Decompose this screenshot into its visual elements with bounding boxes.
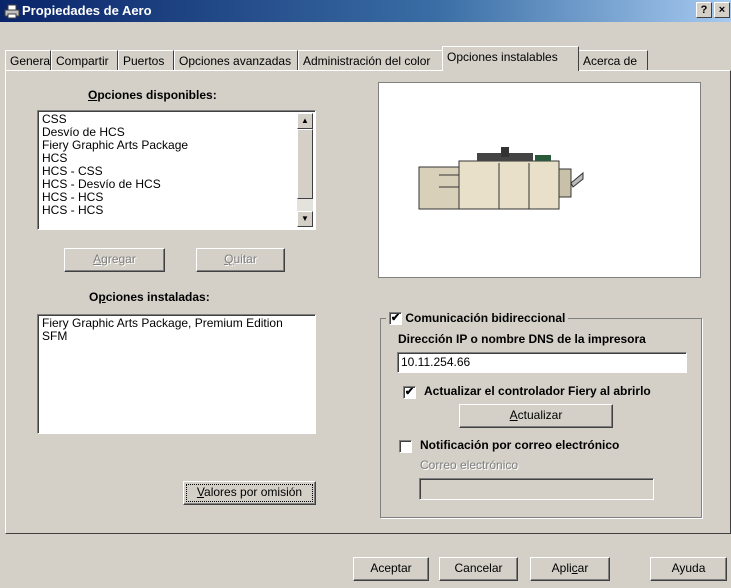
title-bar: Propiedades de Aero ? ×	[0, 0, 731, 22]
available-options-label: Opciones disponibles:	[88, 88, 217, 102]
cancel-button[interactable]: Cancelar	[439, 557, 518, 581]
email-notify-label: Notificación por correo electrónico	[420, 438, 620, 452]
scroll-down-arrow-icon[interactable]: ▼	[297, 211, 313, 227]
email-notify-checkbox[interactable]	[399, 440, 412, 453]
ok-button[interactable]: Aceptar	[353, 557, 429, 581]
list-item[interactable]: HCS - HCS	[40, 204, 295, 217]
tab-acerca-de[interactable]: Acerca de	[578, 50, 648, 70]
scroll-thumb[interactable]	[297, 129, 313, 199]
window-title: Propiedades de Aero	[22, 3, 152, 18]
tab-compartir[interactable]: Compartir	[51, 50, 118, 70]
tab-administracion-color[interactable]: Administración del color	[298, 50, 443, 70]
update-button[interactable]: Actualizar	[459, 404, 613, 428]
remove-button[interactable]: Quitar	[196, 248, 285, 272]
help-footer-button[interactable]: Ayuda	[650, 557, 727, 581]
tab-opciones-avanzadas[interactable]: Opciones avanzadas	[174, 50, 298, 70]
installed-options-list[interactable]: Fiery Graphic Arts Package, Premium Edit…	[37, 314, 316, 434]
email-label: Correo electrónico	[420, 458, 519, 472]
update-driver-checkbox[interactable]: ✔	[403, 386, 416, 399]
scroll-up-arrow-icon[interactable]: ▲	[297, 113, 313, 129]
list-item[interactable]: Fiery Graphic Arts Package	[40, 139, 295, 152]
list-item[interactable]: SFM	[40, 330, 283, 343]
apply-button[interactable]: Aplicar	[530, 557, 610, 581]
ip-label: Dirección IP o nombre DNS de la impresor…	[398, 332, 646, 346]
update-driver-label: Actualizar el controlador Fiery al abrir…	[424, 384, 651, 398]
add-button[interactable]: Agregar	[64, 248, 165, 272]
scrollbar[interactable]: ▲ ▼	[297, 113, 313, 227]
ip-value: 10.11.254.66	[401, 355, 471, 369]
defaults-button[interactable]: Valores por omisión	[183, 481, 316, 505]
tab-opciones-instalables[interactable]: Opciones instalables	[442, 46, 579, 71]
printer-icon	[4, 4, 20, 19]
list-item[interactable]: Fiery Graphic Arts Package, Premium Edit…	[40, 317, 283, 330]
printer-image	[418, 147, 584, 210]
tab-puertos[interactable]: Puertos	[118, 50, 174, 70]
installed-options-label: Opciones instaladas:	[89, 290, 210, 304]
available-options-list[interactable]: CSS Desvío de HCS Fiery Graphic Arts Pac…	[37, 110, 316, 230]
bidi-checkbox[interactable]: ✔	[389, 312, 402, 326]
help-button[interactable]: ?	[696, 2, 712, 18]
bidi-header: ✔ Comunicación bidireccional	[386, 311, 569, 326]
bidi-label: Comunicación bidireccional	[405, 311, 566, 325]
tab-general[interactable]: General	[5, 50, 53, 70]
printer-preview	[378, 82, 701, 278]
ip-input[interactable]: 10.11.254.66	[397, 352, 687, 373]
email-input[interactable]	[419, 478, 654, 500]
close-button[interactable]: ×	[714, 2, 730, 18]
